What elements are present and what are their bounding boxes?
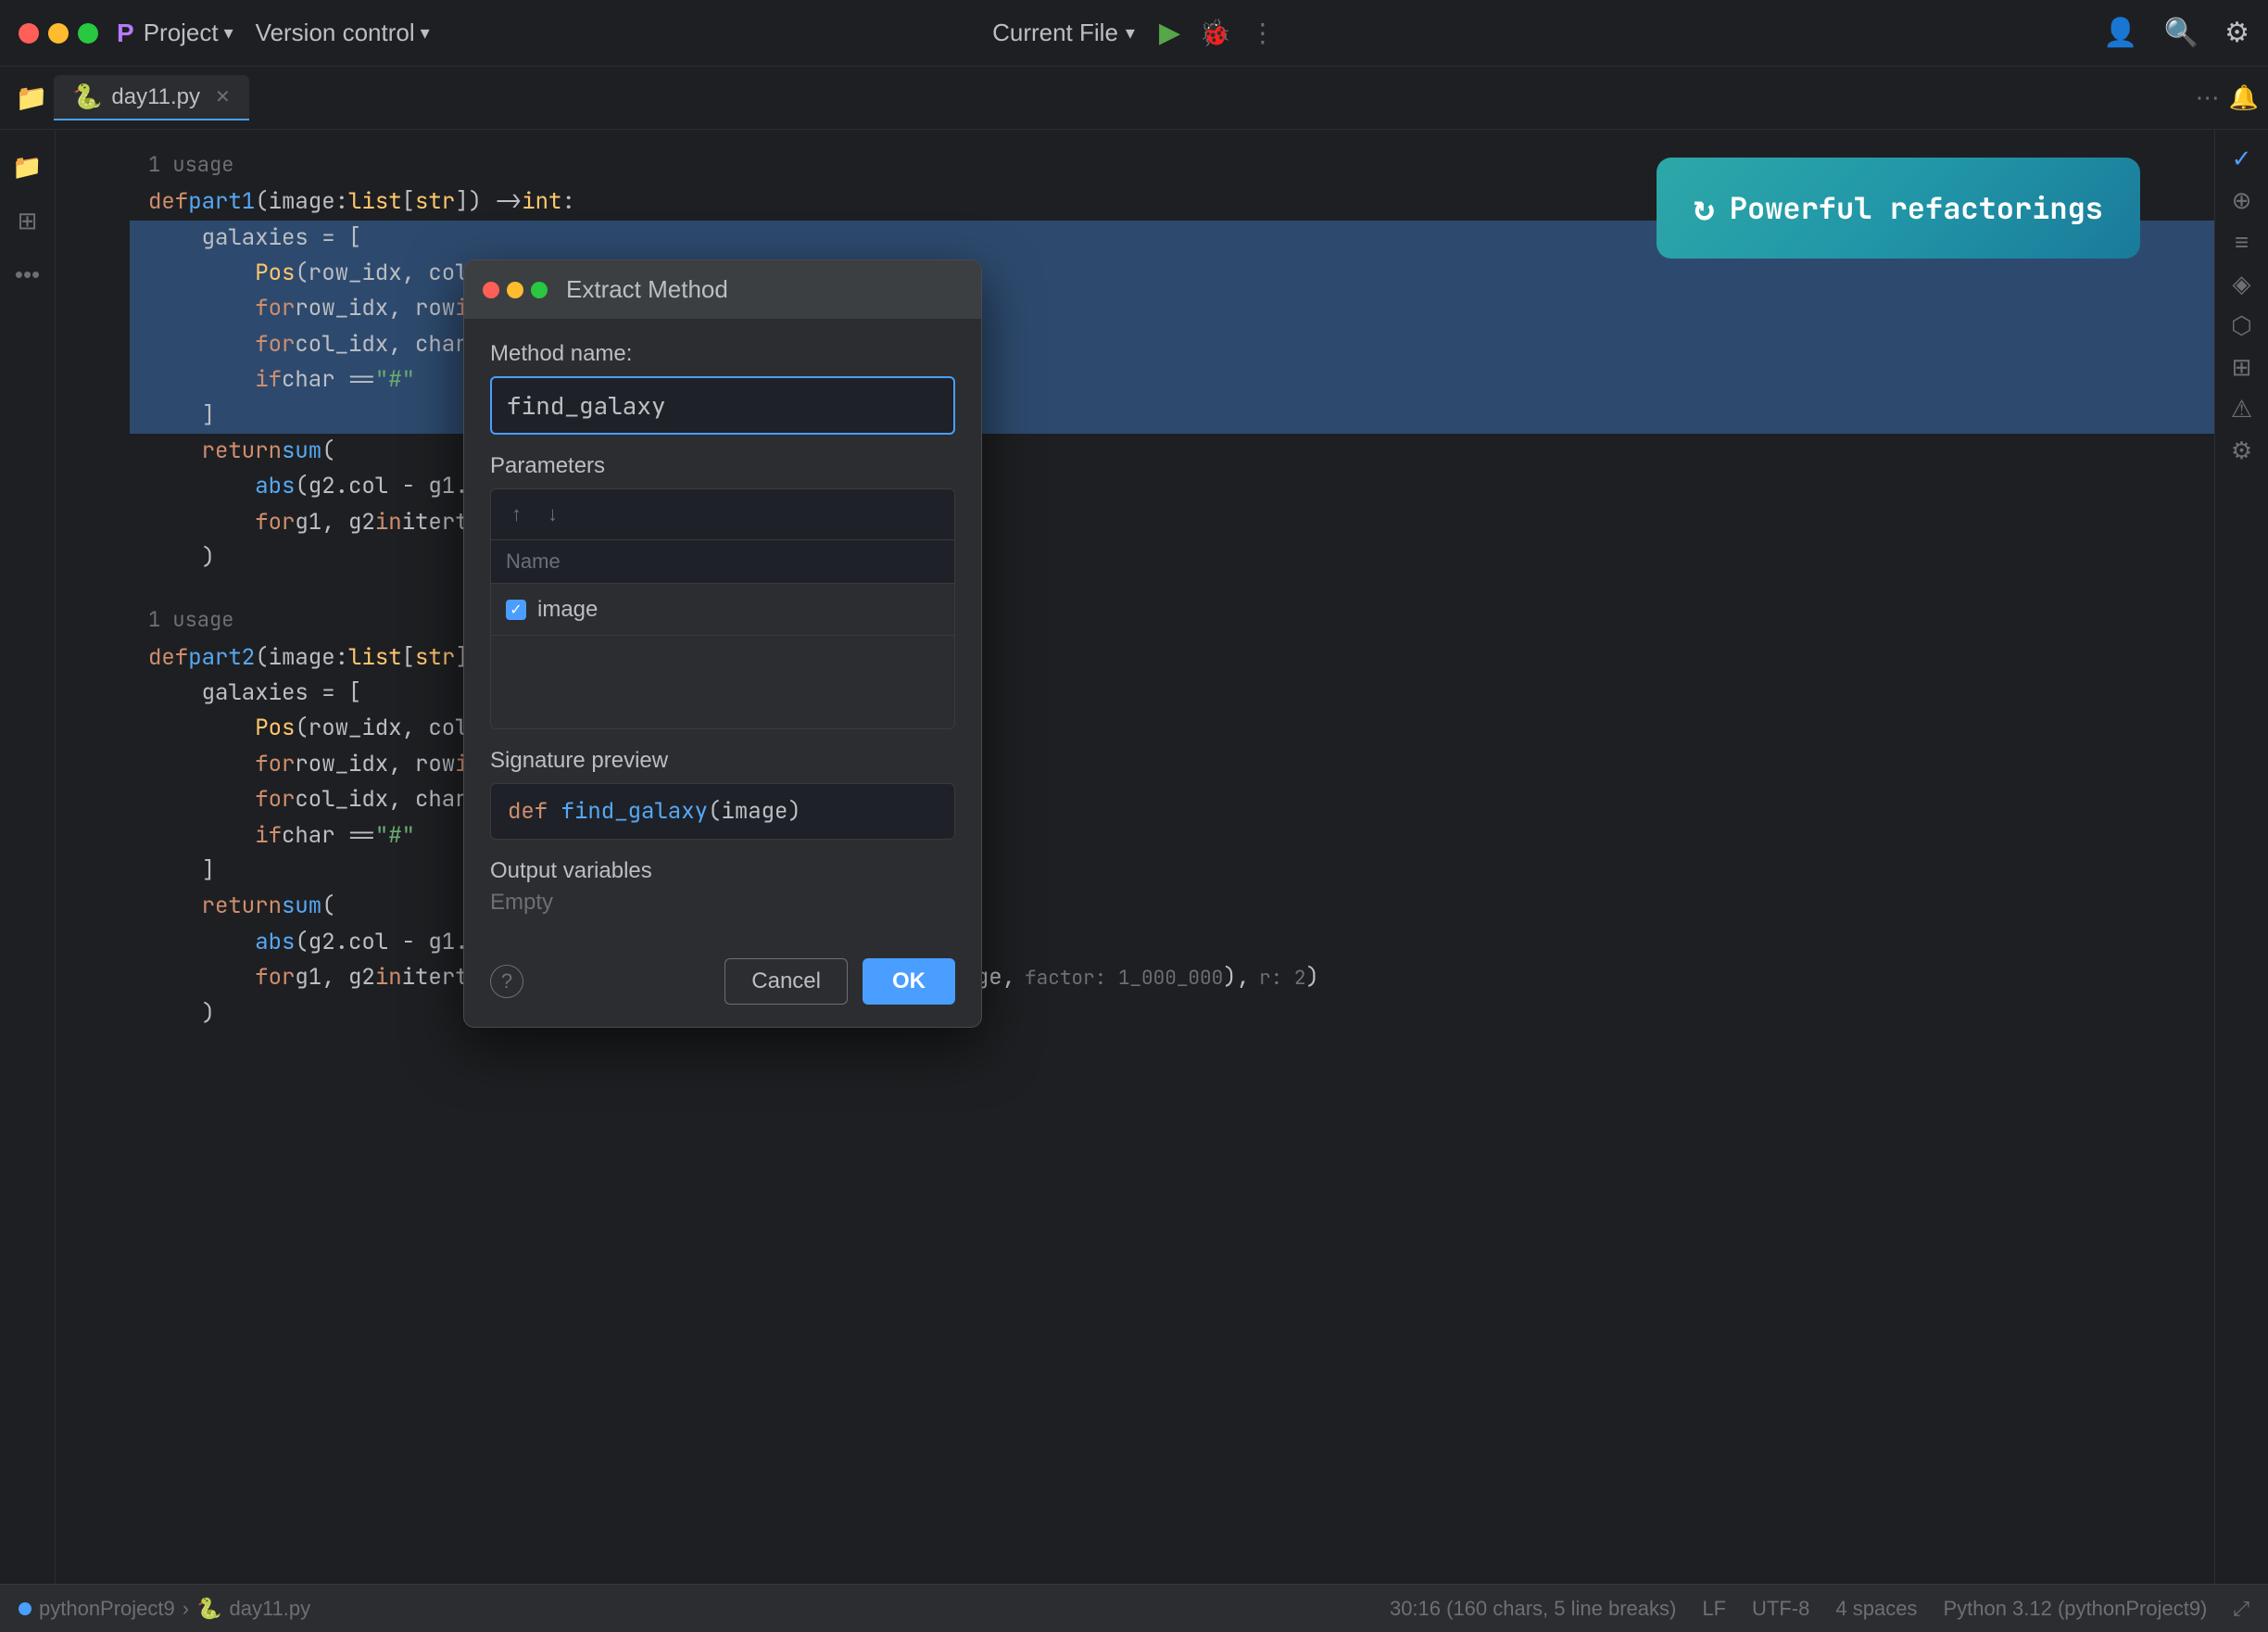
- extract-method-dialog: Extract Method Method name: Parameters ↑…: [463, 259, 982, 1028]
- dialog-titlebar: Extract Method: [464, 260, 981, 319]
- dialog-footer: ? Cancel OK: [464, 943, 981, 1027]
- params-section: Parameters ↑ ↓ Name ✓ image: [490, 453, 955, 729]
- params-name-header: Name: [491, 540, 954, 584]
- params-label: Parameters: [490, 453, 955, 479]
- params-empty-area: [491, 636, 954, 728]
- method-name-label: Method name:: [490, 341, 955, 367]
- method-name-input[interactable]: [490, 376, 955, 435]
- params-table: Name ✓ image: [490, 539, 955, 729]
- image-checkbox[interactable]: ✓: [506, 600, 526, 620]
- params-up-button[interactable]: ↑: [504, 499, 529, 530]
- dialog-maximize[interactable]: [531, 282, 548, 298]
- sig-section: Signature preview def find_galaxy(image): [490, 748, 955, 840]
- dialog-title-text: Extract Method: [566, 275, 728, 304]
- dialog-body: Method name: Parameters ↑ ↓ Name ✓ image: [464, 319, 981, 943]
- params-row-image: ✓ image: [491, 584, 954, 636]
- params-down-button[interactable]: ↓: [540, 499, 565, 530]
- footer-buttons: Cancel OK: [724, 958, 955, 1005]
- output-label: Output variables: [490, 858, 955, 884]
- dialog-close[interactable]: [483, 282, 499, 298]
- cancel-button[interactable]: Cancel: [724, 958, 848, 1005]
- checkbox-check-icon: ✓: [510, 601, 522, 619]
- sig-preview-box: def find_galaxy(image): [490, 783, 955, 840]
- params-toolbar: ↑ ↓: [490, 488, 955, 539]
- help-button[interactable]: ?: [490, 965, 523, 998]
- dialog-overlay: Extract Method Method name: Parameters ↑…: [0, 0, 2268, 1632]
- output-value: Empty: [490, 890, 955, 916]
- dialog-traffic-lights: [483, 282, 548, 298]
- param-image-label: image: [537, 597, 598, 623]
- ok-button[interactable]: OK: [863, 958, 955, 1005]
- dialog-minimize[interactable]: [507, 282, 523, 298]
- output-section: Output variables Empty: [490, 858, 955, 916]
- sig-label: Signature preview: [490, 748, 955, 774]
